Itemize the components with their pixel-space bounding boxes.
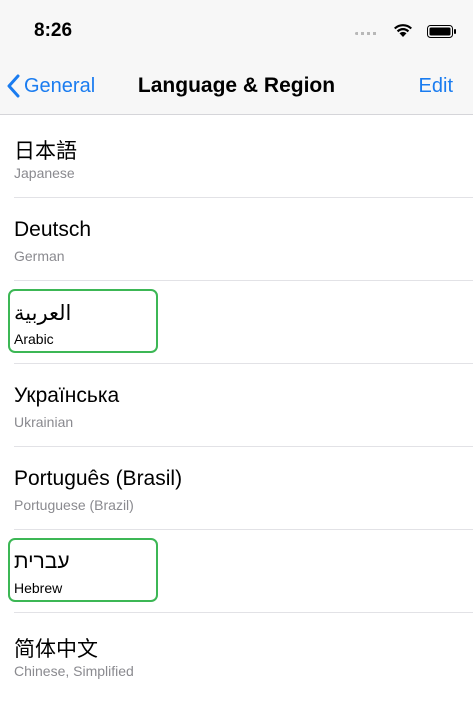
language-row-portuguese-brazil[interactable]: Português (Brasil) Portuguese (Brazil): [0, 447, 473, 530]
language-english-name: Arabic: [14, 331, 54, 347]
language-english-name: Japanese: [14, 165, 75, 181]
language-row-hebrew[interactable]: עברית Hebrew: [0, 530, 473, 613]
status-time: 8:26: [34, 20, 73, 41]
language-english-name: Hebrew: [14, 580, 63, 596]
language-row-ukrainian[interactable]: Українська Ukrainian: [0, 364, 473, 447]
page-title: Language & Region: [137, 74, 336, 97]
battery-icon: [427, 25, 456, 38]
navigation-bar: General Language & Region Edit: [0, 58, 473, 115]
language-row-japanese[interactable]: 日本語 Japanese: [0, 115, 473, 198]
language-native-name: Português (Brasil): [14, 467, 183, 490]
language-english-name: Portuguese (Brazil): [14, 497, 134, 513]
language-native-name: Українська: [14, 384, 120, 407]
language-row-arabic[interactable]: العربية Arabic: [0, 281, 473, 364]
language-english-name: German: [14, 248, 65, 264]
language-native-name: 日本語: [14, 140, 77, 163]
edit-button[interactable]: Edit: [419, 75, 453, 98]
status-indicators: [347, 24, 457, 40]
language-list: 日本語 Japanese Deutsch German العربية Arab…: [0, 115, 473, 696]
language-native-name: Deutsch: [14, 218, 92, 241]
status-bar: 8:26: [0, 0, 473, 58]
wifi-icon: [394, 24, 412, 37]
language-row-chinese-simplified[interactable]: 简体中文 Chinese, Simplified: [0, 613, 473, 696]
language-native-name: 简体中文: [14, 638, 98, 661]
signal-dots-icon: [355, 32, 379, 35]
language-row-german[interactable]: Deutsch German: [0, 198, 473, 281]
language-native-name: עברית: [14, 550, 70, 573]
language-native-name: العربية: [14, 302, 72, 325]
language-english-name: Ukrainian: [14, 414, 74, 430]
language-english-name: Chinese, Simplified: [14, 663, 134, 679]
